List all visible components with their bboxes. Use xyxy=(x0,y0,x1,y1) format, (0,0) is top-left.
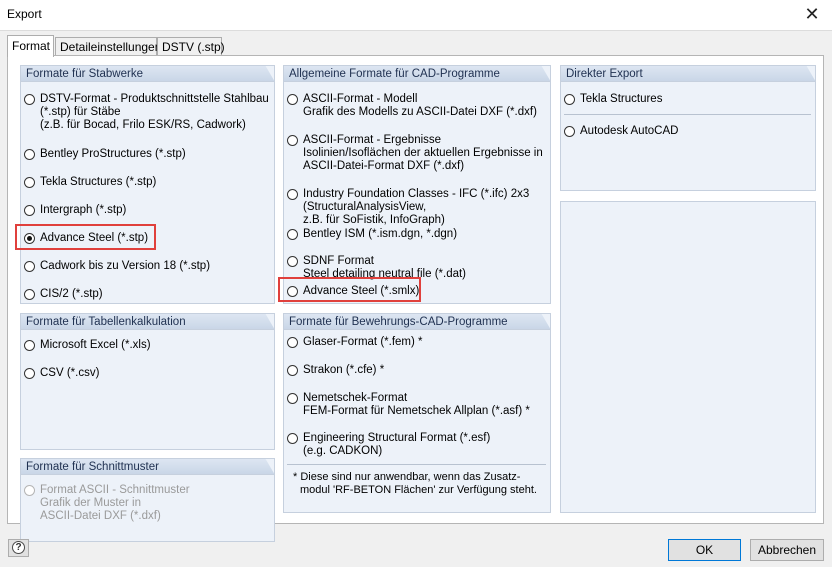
radio-circle[interactable] xyxy=(24,261,35,272)
radio-circle[interactable] xyxy=(287,393,298,404)
tab-format[interactable]: Format xyxy=(7,35,54,57)
group-title: Formate für Bewehrungs-CAD-Programme xyxy=(283,313,551,330)
group-direkter-export: Direkter Export Tekla Structures Autodes… xyxy=(560,65,816,191)
ok-button[interactable]: OK xyxy=(668,539,741,561)
group-title: Formate für Stabwerke xyxy=(20,65,275,82)
radio-circle[interactable] xyxy=(24,94,35,105)
group-title: Formate für Tabellenkalkulation xyxy=(20,313,275,330)
group-schnittmuster: Formate für Schnittmuster Format ASCII -… xyxy=(20,458,275,542)
group-stabwerke: Formate für Stabwerke DSTV-Format - Prod… xyxy=(15,65,275,304)
group-title: Formate für Schnittmuster xyxy=(20,458,275,475)
radio-circle[interactable] xyxy=(564,94,575,105)
radio-circle xyxy=(24,485,35,496)
group-tabellenkalkulation: Formate für Tabellenkalkulation Microsof… xyxy=(20,313,275,450)
radio-circle[interactable] xyxy=(287,189,298,200)
group-title: Direkter Export xyxy=(560,65,816,82)
empty-panel xyxy=(560,201,816,513)
radio-circle[interactable] xyxy=(287,229,298,240)
separator xyxy=(287,464,546,465)
group-title: Allgemeine Formate für CAD-Programme xyxy=(283,65,551,82)
radio-circle-selected[interactable] xyxy=(24,233,35,244)
radio-circle[interactable] xyxy=(287,365,298,376)
footnote: * Diese sind nur anwendbar, wenn das Zus… xyxy=(293,471,537,496)
format-tab-panel: Formate für Stabwerke DSTV-Format - Prod… xyxy=(7,55,824,542)
help-button[interactable]: ? xyxy=(8,539,29,557)
separator xyxy=(564,114,811,115)
dialog-body: Format Detaileinstellungen DSTV (.stp) F… xyxy=(0,30,832,567)
radio-circle[interactable] xyxy=(287,286,298,297)
window-title: Export xyxy=(7,7,42,21)
cancel-button[interactable]: Abbrechen xyxy=(750,539,824,561)
radio-circle[interactable] xyxy=(24,177,35,188)
radio-circle[interactable] xyxy=(287,256,298,267)
radio-circle[interactable] xyxy=(564,126,575,137)
radio-circle[interactable] xyxy=(287,135,298,146)
tab-detaileinstellungen[interactable]: Detaileinstellungen xyxy=(55,37,161,56)
radio-circle[interactable] xyxy=(24,205,35,216)
title-bar: Export ✕ xyxy=(0,0,832,30)
radio-circle[interactable] xyxy=(24,368,35,379)
radio-circle[interactable] xyxy=(24,340,35,351)
radio-circle[interactable] xyxy=(287,337,298,348)
group-cad: Allgemeine Formate für CAD-Programme ASC… xyxy=(278,65,551,304)
radio-circle[interactable] xyxy=(287,94,298,105)
help-icon: ? xyxy=(12,541,25,554)
radio-circle[interactable] xyxy=(287,433,298,444)
radio-circle[interactable] xyxy=(24,149,35,160)
close-icon[interactable]: ✕ xyxy=(800,2,824,26)
tab-dstv[interactable]: DSTV (.stp) xyxy=(157,37,225,56)
radio-circle[interactable] xyxy=(24,289,35,300)
group-bewehrung: Formate für Bewehrungs-CAD-Programme Gla… xyxy=(283,313,551,513)
